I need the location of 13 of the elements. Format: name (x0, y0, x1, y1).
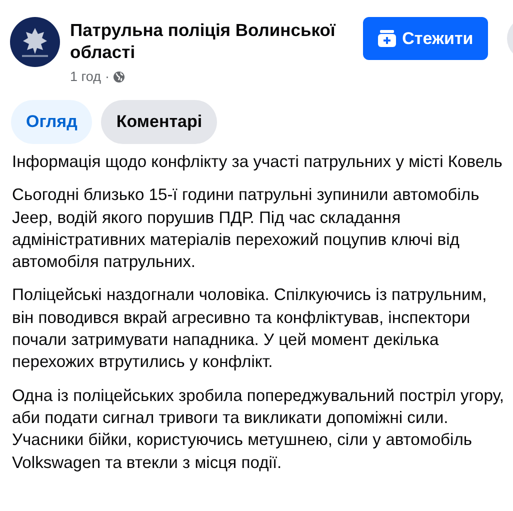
follow-icon (378, 30, 396, 47)
tab[interactable]: Коментарі (101, 100, 218, 144)
globe-icon (113, 70, 126, 82)
separator: · (104, 69, 110, 84)
avatar-logo[interactable] (10, 17, 60, 67)
post-paragraph: Поліцейські наздогнали чоловіка. Спілкуючись із патрульним, він поводився вкрай агресивно та конфліктував, інспектори почали затримувати нападника. У цей момент декілька перехожих втрутились у конфлікт. (12, 284, 488, 374)
post-time[interactable]: 1 год (70, 69, 101, 84)
post-paragraph: Одна із поліцейських зробила попереджувальний постріл угору, аби подати сигнал тривоги та викликати допоміжні сили. Учасники бійки, користуючись метушнею, сіли у автомобіль Volkswagen та втекли з місця події. (12, 384, 506, 474)
follow-button[interactable]: Стежити (362, 17, 488, 60)
post-paragraph: Сьогодні близько 15-ї години патрульні зупинили автомобіль Jeep, водій якого порушив ПДР. Під час складання адміністративних матеріалів перехожий поцупив ключі від автомобіля патрульних. (12, 184, 480, 274)
tab[interactable]: Огляд (11, 100, 92, 144)
page-name[interactable]: Патрульна поліція Волинської області (70, 19, 347, 63)
post-paragraph: Інформація щодо конфлікту за участі патрульних у місті Ковель (12, 151, 504, 173)
